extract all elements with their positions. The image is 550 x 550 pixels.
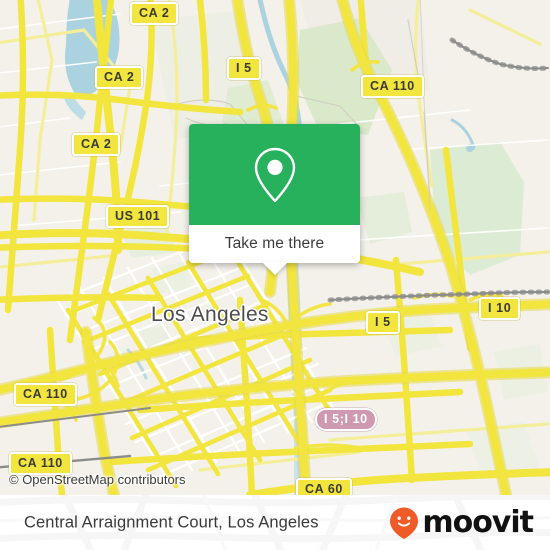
popup-pointer-tail — [261, 262, 288, 275]
footer-bar: Central Arraignment Court, Los Angeles m… — [0, 495, 550, 550]
highway-shield: CA 2 — [130, 2, 179, 25]
moovit-map-screenshot: .rd { fill:none; stroke:#f2e53d; stroke-… — [0, 0, 550, 550]
moovit-pin-smiley-icon — [390, 507, 419, 539]
take-me-there-label: Take me there — [224, 235, 325, 252]
highway-shield: I 5 — [366, 311, 400, 334]
city-label: Los Angeles — [151, 303, 269, 326]
highway-shield: CA 2 — [95, 66, 144, 89]
highway-shield: US 101 — [106, 205, 170, 228]
map-pin-icon — [254, 147, 295, 202]
highway-shield: CA 110 — [361, 75, 424, 98]
take-me-there-button[interactable]: Take me there — [189, 225, 360, 263]
highway-shield: CA 110 — [14, 383, 77, 406]
highway-shield: CA 2 — [72, 133, 121, 156]
highway-shield: I 5;I 10 — [315, 408, 377, 431]
location-popup-card[interactable]: Take me there — [189, 124, 360, 275]
moovit-wordmark: moovit — [422, 504, 534, 540]
highway-shield: I 5 — [227, 57, 261, 80]
osm-attribution: © OpenStreetMap contributors — [9, 472, 186, 487]
highway-shield: I 10 — [479, 297, 521, 320]
page-title: Central Arraignment Court, Los Angeles — [24, 513, 319, 531]
popup-image-placeholder — [189, 124, 360, 225]
moovit-brand-logo[interactable]: moovit — [388, 504, 534, 540]
map-canvas[interactable]: .rd { fill:none; stroke:#f2e53d; stroke-… — [0, 0, 550, 495]
highway-shield: CA 60 — [296, 478, 352, 495]
